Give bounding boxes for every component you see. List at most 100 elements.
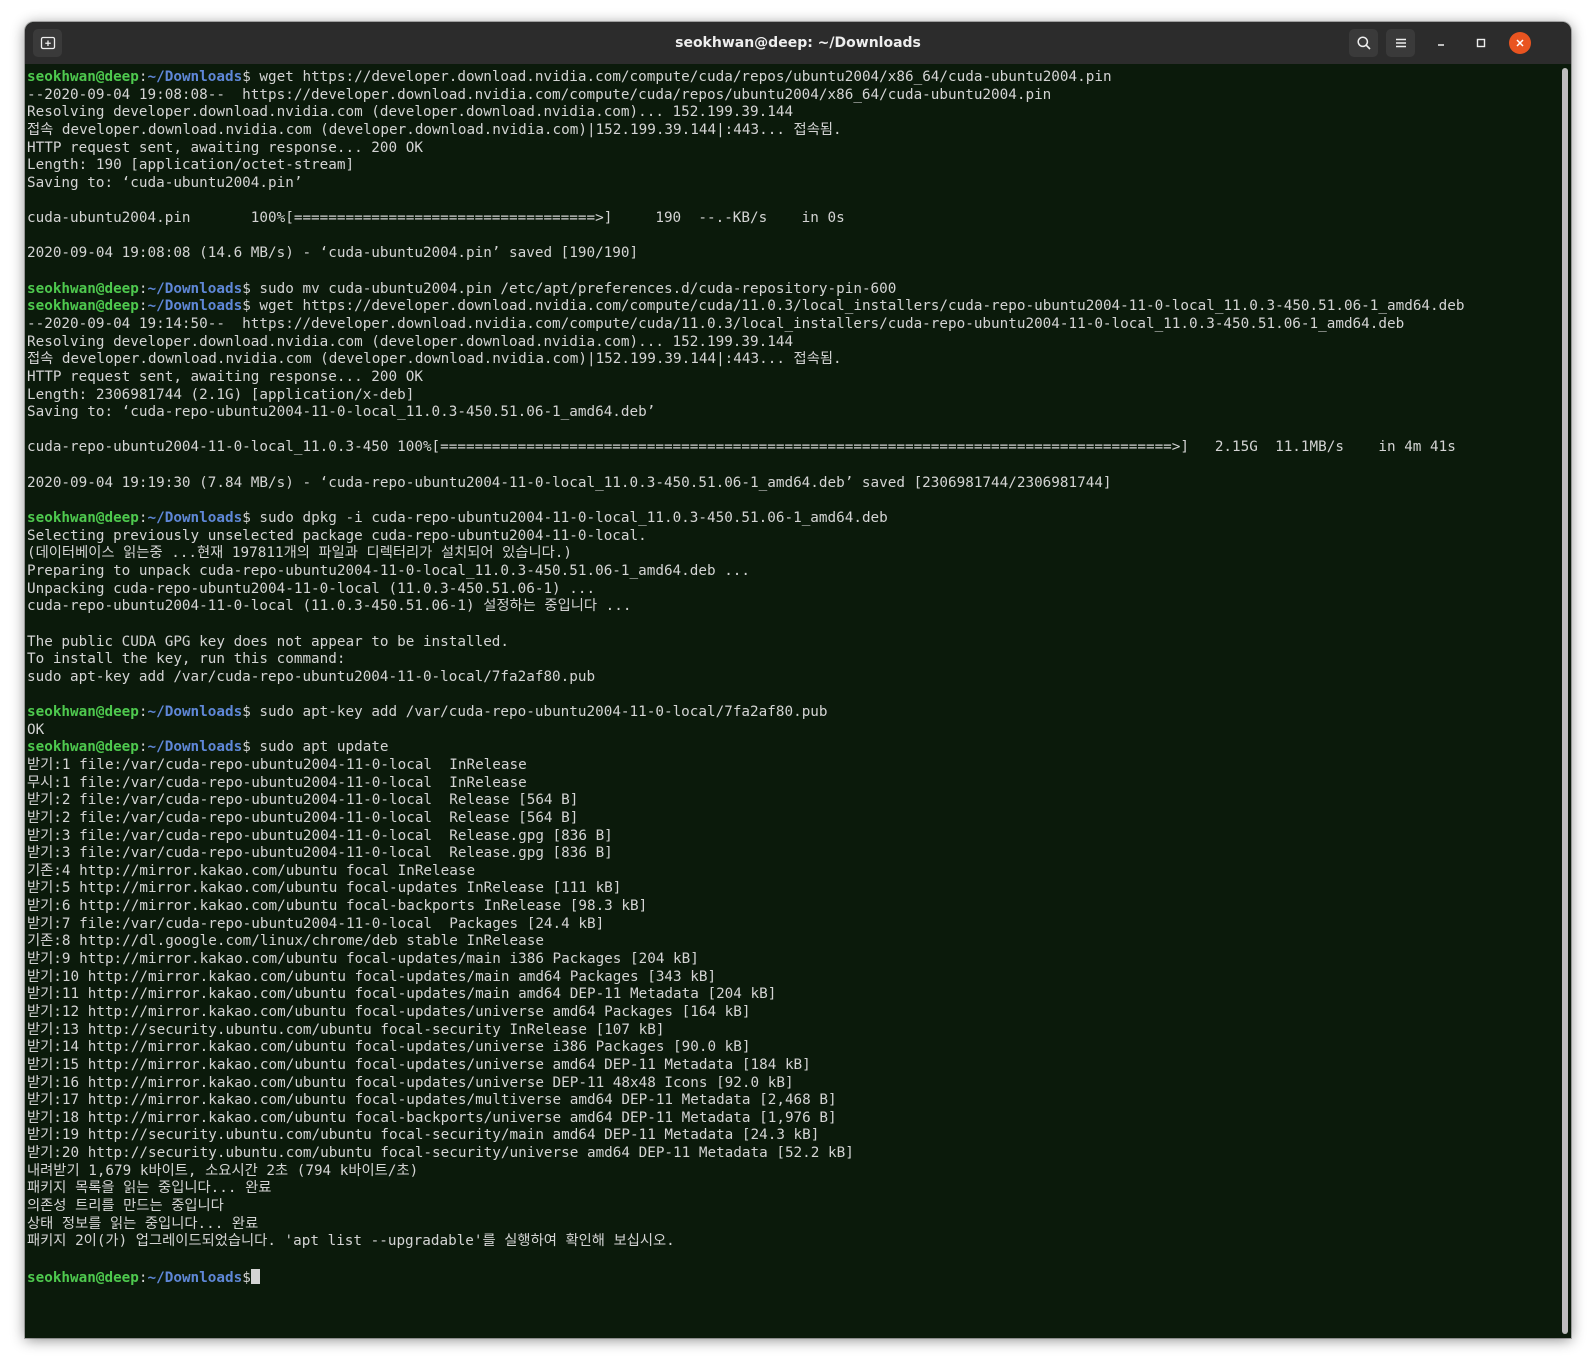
output-line: 받기:15 http://mirror.kakao.com/ubuntu foc…: [27, 1056, 811, 1073]
prompt-separator: :: [138, 510, 148, 527]
prompt-path: ~/Downloads: [147, 1269, 243, 1286]
prompt-dollar: $: [242, 69, 251, 85]
prompt-path: ~/Downloads: [147, 298, 243, 315]
output-line: 상태 정보를 읽는 중입니다... 완료: [27, 1215, 259, 1232]
command-text: sudo apt-key add /var/cuda-repo-ubuntu20…: [250, 704, 828, 721]
prompt-dollar: $: [242, 704, 251, 721]
output-line: Saving to: ‘cuda-repo-ubuntu2004-11-0-lo…: [27, 404, 656, 421]
output-line: 받기:5 http://mirror.kakao.com/ubuntu foca…: [27, 880, 622, 897]
output-line: Preparing to unpack cuda-repo-ubuntu2004…: [27, 562, 751, 579]
prompt-separator: :: [138, 1269, 148, 1286]
prompt-separator: :: [138, 280, 148, 297]
prompt-line: seokhwan@deep:~/Downloads$ sudo apt upda…: [27, 739, 1464, 757]
output-line: 패키지 2이(가) 업그레이드되었습니다. 'apt list --upgrad…: [27, 1233, 675, 1250]
output-line: 받기:3 file:/var/cuda-repo-ubuntu2004-11-0…: [27, 845, 613, 862]
minimize-button[interactable]: [1429, 31, 1453, 55]
command-text: sudo dpkg -i cuda-repo-ubuntu2004-11-0-l…: [250, 510, 888, 527]
command-text: sudo apt update: [250, 739, 389, 756]
output-line: 받기:19 http://security.ubuntu.com/ubuntu …: [27, 1127, 820, 1144]
close-icon: [1516, 39, 1524, 47]
output-line: 2020-09-04 19:19:30 (7.84 MB/s) - ‘cuda-…: [27, 474, 1112, 491]
output-line: 받기:14 http://mirror.kakao.com/ubuntu foc…: [27, 1039, 751, 1056]
output-line: Resolving developer.download.nvidia.com …: [27, 104, 794, 121]
output-line: 받기:16 http://mirror.kakao.com/ubuntu foc…: [27, 1074, 794, 1091]
menu-button[interactable]: [1386, 29, 1415, 57]
output-line: cuda-repo-ubuntu2004-11-0-local_11.0.3-4…: [27, 439, 1456, 456]
output-line: 받기:1 file:/var/cuda-repo-ubuntu2004-11-0…: [27, 756, 527, 773]
output-line: 받기:18 http://mirror.kakao.com/ubuntu foc…: [27, 1109, 837, 1126]
terminal-output-area[interactable]: seokhwan@deep:~/Downloads$ wget https://…: [25, 64, 1571, 1338]
output-line: The public CUDA GPG key does not appear …: [27, 633, 510, 650]
output-line: sudo apt-key add /var/cuda-repo-ubuntu20…: [27, 668, 596, 685]
output-line: OK: [27, 721, 45, 738]
output-line: 받기:11 http://mirror.kakao.com/ubuntu foc…: [27, 986, 777, 1003]
output-line: 패키지 목록을 읽는 중입니다... 완료: [27, 1180, 272, 1197]
output-line: 받기:3 file:/var/cuda-repo-ubuntu2004-11-0…: [27, 827, 613, 844]
output-line: 기존:8 http://dl.google.com/linux/chrome/d…: [27, 933, 544, 950]
title-bar[interactable]: seokhwan@deep: ~/Downloads: [25, 22, 1571, 64]
output-line: 기존:4 http://mirror.kakao.com/ubuntu foca…: [27, 862, 476, 879]
output-line: 접속 developer.download.nvidia.com (develo…: [27, 351, 842, 368]
close-button-circle: [1509, 32, 1531, 54]
output-line: Length: 190 [application/octet-stream]: [27, 157, 355, 174]
terminal-text: seokhwan@deep:~/Downloads$ wget https://…: [27, 69, 1464, 1286]
prompt-dollar: $: [242, 739, 251, 756]
prompt-line: seokhwan@deep:~/Downloads$ sudo mv cuda-…: [27, 281, 1464, 299]
scrollbar-thumb[interactable]: [1562, 68, 1568, 1334]
prompt-dollar: $: [242, 298, 251, 315]
output-line: 받기:20 http://security.ubuntu.com/ubuntu …: [27, 1145, 854, 1162]
prompt-path: ~/Downloads: [147, 510, 243, 527]
prompt-dollar: $: [242, 280, 251, 297]
terminal-cursor: [250, 1268, 260, 1284]
output-line: HTTP request sent, awaiting response... …: [27, 139, 423, 156]
prompt-user: seokhwan@deep: [27, 298, 139, 315]
maximize-button[interactable]: [1469, 31, 1493, 55]
output-line: cuda-repo-ubuntu2004-11-0-local (11.0.3-…: [27, 598, 632, 615]
output-line: HTTP request sent, awaiting response... …: [27, 368, 423, 385]
close-button[interactable]: [1508, 31, 1532, 55]
scrollbar[interactable]: [1562, 68, 1568, 1334]
command-text: wget https://developer.download.nvidia.c…: [250, 69, 1112, 85]
output-line: 받기:6 http://mirror.kakao.com/ubuntu foca…: [27, 898, 648, 915]
prompt-line: seokhwan@deep:~/Downloads$ sudo apt-key …: [27, 704, 1464, 722]
window-title: seokhwan@deep: ~/Downloads: [675, 35, 921, 51]
minimize-icon: [1438, 44, 1444, 46]
output-line: 내려받기 1,679 k바이트, 소요시간 2초 (794 k바이트/초): [27, 1162, 419, 1179]
prompt-dollar: $: [242, 1269, 251, 1286]
command-text: wget https://developer.download.nvidia.c…: [250, 298, 1465, 315]
output-line: cuda-ubuntu2004.pin 100%[===============…: [27, 210, 845, 227]
output-line: Saving to: ‘cuda-ubuntu2004.pin’: [27, 174, 303, 191]
prompt-path: ~/Downloads: [147, 280, 243, 297]
output-line: 받기:2 file:/var/cuda-repo-ubuntu2004-11-0…: [27, 809, 579, 826]
prompt-user: seokhwan@deep: [27, 280, 139, 297]
prompt-line: seokhwan@deep:~/Downloads$ sudo dpkg -i …: [27, 510, 1464, 528]
search-button[interactable]: [1349, 29, 1378, 57]
output-line: Unpacking cuda-repo-ubuntu2004-11-0-loca…: [27, 580, 596, 597]
output-line: 받기:17 http://mirror.kakao.com/ubuntu foc…: [27, 1092, 837, 1109]
output-line: 받기:12 http://mirror.kakao.com/ubuntu foc…: [27, 1003, 751, 1020]
hamburger-menu-icon: [1395, 38, 1406, 48]
prompt-separator: :: [138, 739, 148, 756]
output-line: Resolving developer.download.nvidia.com …: [27, 333, 794, 350]
prompt-user: seokhwan@deep: [27, 510, 139, 527]
terminal-window: seokhwan@deep: ~/Downloads seokhwan@deep…: [25, 22, 1571, 1338]
search-icon: [1356, 36, 1371, 50]
output-line: 받기:9 http://mirror.kakao.com/ubuntu foca…: [27, 951, 699, 968]
output-line: Selecting previously unselected package …: [27, 527, 647, 544]
output-line: (데이터베이스 읽는중 ...현재 197811개의 파일과 디렉터리가 설치되…: [27, 545, 572, 562]
output-line: Length: 2306981744 (2.1G) [application/x…: [27, 386, 415, 403]
output-line: --2020-09-04 19:14:50-- https://develope…: [27, 315, 1405, 332]
maximize-icon: [1476, 38, 1486, 48]
prompt-separator: :: [138, 298, 148, 315]
prompt-user: seokhwan@deep: [27, 1269, 139, 1286]
prompt-separator: :: [138, 69, 148, 85]
output-line: 접속 developer.download.nvidia.com (develo…: [27, 121, 842, 138]
prompt-line: seokhwan@deep:~/Downloads$: [27, 1268, 1464, 1287]
